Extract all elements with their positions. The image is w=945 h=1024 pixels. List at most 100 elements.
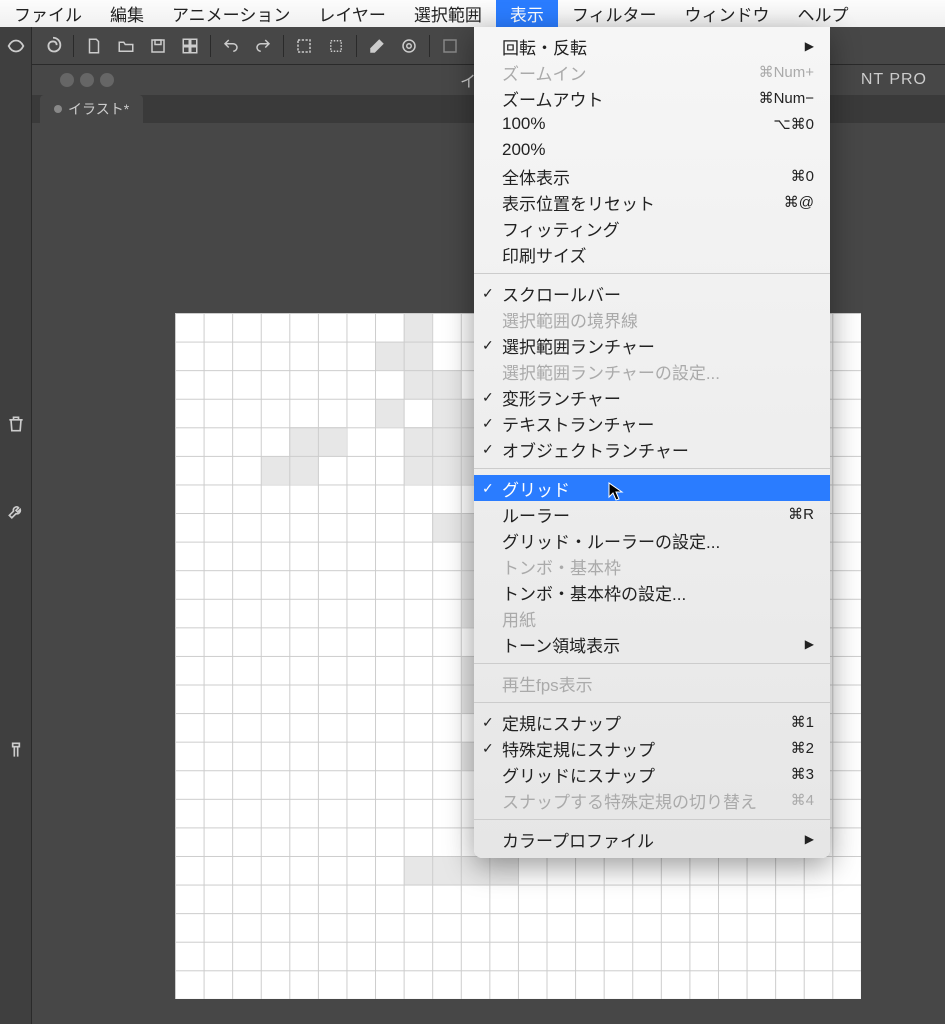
window-control-icon[interactable] — [80, 73, 94, 87]
check-icon: ✓ — [482, 740, 494, 757]
redo-icon[interactable] — [248, 31, 278, 61]
menu-item-label: フィッティング — [502, 216, 620, 241]
menu-item-label: 定規にスナップ — [502, 710, 621, 735]
swirl-icon[interactable] — [38, 31, 68, 61]
menu-ヘルプ[interactable]: ヘルプ — [784, 0, 863, 29]
open-icon[interactable] — [111, 31, 141, 61]
menu-item[interactable]: ✓スクロールバー — [474, 280, 830, 306]
menu-item[interactable]: ✓グリッド — [474, 475, 830, 501]
menu-item-label: ルーラー — [502, 502, 570, 527]
menu-item[interactable]: フィッティング — [474, 215, 830, 241]
menu-item[interactable]: 表示位置をリセット⌘@ — [474, 189, 830, 215]
window-control-icon[interactable] — [100, 73, 114, 87]
menu-item[interactable]: ズームアウト⌘Num− — [474, 85, 830, 111]
menu-item[interactable]: 100%⌥⌘0 — [474, 111, 830, 137]
menu-item[interactable]: トンボ・基本枠の設定... — [474, 579, 830, 605]
menu-item-label: 選択範囲ランチャー — [502, 333, 655, 358]
menu-item[interactable]: 印刷サイズ — [474, 241, 830, 267]
pixel — [432, 456, 461, 485]
left-tool-column — [0, 27, 32, 1024]
select-icon[interactable] — [289, 31, 319, 61]
menu-item-label: 変形ランチャー — [502, 385, 621, 410]
pixel — [318, 427, 347, 456]
menu-item[interactable]: ✓定規にスナップ⌘1 — [474, 709, 830, 735]
submenu-arrow-icon: ▶ — [805, 832, 814, 846]
dirty-dot-icon — [54, 105, 62, 113]
menu-item[interactable]: トーン領域表示 ▶ — [474, 631, 830, 657]
undo-icon[interactable] — [216, 31, 246, 61]
menu-item-label: 100% — [502, 114, 545, 134]
swirl-icon[interactable] — [0, 27, 32, 65]
save-icon[interactable] — [143, 31, 173, 61]
menu-item[interactable]: カラープロファイル ▶ — [474, 826, 830, 852]
menu-item-label: 200% — [502, 140, 545, 160]
misc-icon[interactable] — [435, 31, 465, 61]
menu-item-label: グリッド — [502, 476, 570, 501]
menu-item-label: テキストランチャー — [502, 411, 654, 436]
menu-item[interactable]: ✓ テキストランチャー — [474, 410, 830, 436]
window-control-icon[interactable] — [60, 73, 74, 87]
menu-item: 再生fps表示 — [474, 670, 830, 696]
marquee-icon[interactable] — [321, 31, 351, 61]
pixel — [404, 370, 433, 399]
submenu-arrow-icon: ▶ — [805, 39, 814, 53]
menu-item[interactable]: 全体表示⌘0 — [474, 163, 830, 189]
menu-item[interactable]: グリッド・ルーラーの設定... — [474, 527, 830, 553]
menu-item: トンボ・基本枠 — [474, 553, 830, 579]
tab-label: イラスト* — [68, 99, 129, 119]
menu-item-label: グリッド・ルーラーの設定... — [502, 528, 720, 553]
menu-item-label: 特殊定規にスナップ — [502, 736, 655, 761]
menu-item[interactable]: ✓ 特殊定規にスナップ ⌘2 — [474, 735, 830, 761]
menu-item-label: スクロールバー — [502, 281, 621, 306]
menu-item[interactable]: ✓オブジェクトランチャー — [474, 436, 830, 462]
menu-item: 選択範囲ランチャーの設定... — [474, 358, 830, 384]
menu-ファイル[interactable]: ファイル — [0, 0, 96, 29]
menu-item-label: トーン領域表示 — [502, 632, 620, 657]
new-icon[interactable] — [79, 31, 109, 61]
menu-アニメーション[interactable]: アニメーション — [158, 0, 304, 29]
check-icon: ✓ — [482, 415, 494, 432]
menu-item: 用紙 — [474, 605, 830, 631]
pixel — [404, 427, 433, 456]
wrench-icon[interactable] — [0, 493, 32, 531]
menu-item-label: ズームイン — [502, 60, 587, 85]
shortcut: ⌘2 — [791, 739, 814, 757]
menu-item[interactable]: ✓ 変形ランチャー — [474, 384, 830, 410]
menu-item-label: カラープロファイル — [502, 827, 654, 852]
menu-item-label: 選択範囲の境界線 — [502, 307, 638, 332]
menu-item-label: トンボ・基本枠 — [502, 554, 621, 579]
menu-フィルター[interactable]: フィルター — [558, 0, 671, 29]
pixel — [432, 856, 461, 885]
menu-item-label: 再生fps表示 — [502, 671, 593, 696]
menu-item[interactable]: グリッドにスナップ⌘3 — [474, 761, 830, 787]
check-icon: ✓ — [482, 337, 494, 354]
pixel — [261, 456, 290, 485]
menu-item-label: 回転・反転 — [502, 34, 587, 59]
pixel — [489, 856, 518, 885]
document-tab[interactable]: イラスト* — [40, 95, 143, 123]
menu-編集[interactable]: 編集 — [96, 0, 158, 29]
pixel — [404, 856, 433, 885]
grid-icon[interactable] — [175, 31, 205, 61]
menu-item[interactable]: 200% — [474, 137, 830, 163]
eraser-icon[interactable] — [362, 31, 392, 61]
menu-ウィンドウ[interactable]: ウィンドウ — [671, 0, 784, 29]
pixel — [404, 342, 433, 371]
menu-item-label: 表示位置をリセット — [502, 190, 655, 215]
menu-item[interactable]: ✓ 選択範囲ランチャー — [474, 332, 830, 358]
menu-item[interactable]: ルーラー ⌘R — [474, 501, 830, 527]
menu-表示[interactable]: 表示 — [496, 0, 558, 29]
pixel — [461, 856, 490, 885]
shortcut: ⌘R — [788, 505, 814, 523]
menu-item: スナップする特殊定規の切り替え⌘4 — [474, 787, 830, 813]
trash-icon[interactable] — [0, 405, 32, 443]
menu-item[interactable]: 回転・反転 ▶ — [474, 33, 830, 59]
app-name: NT PRO — [861, 71, 927, 89]
check-icon: ✓ — [482, 389, 494, 406]
tool-icon[interactable] — [0, 731, 32, 769]
menu-レイヤー[interactable]: レイヤー — [304, 0, 400, 29]
menu-item: 選択範囲の境界線 — [474, 306, 830, 332]
submenu-arrow-icon: ▶ — [805, 637, 814, 651]
menu-選択範囲[interactable]: 選択範囲 — [400, 0, 496, 29]
target-icon[interactable] — [394, 31, 424, 61]
